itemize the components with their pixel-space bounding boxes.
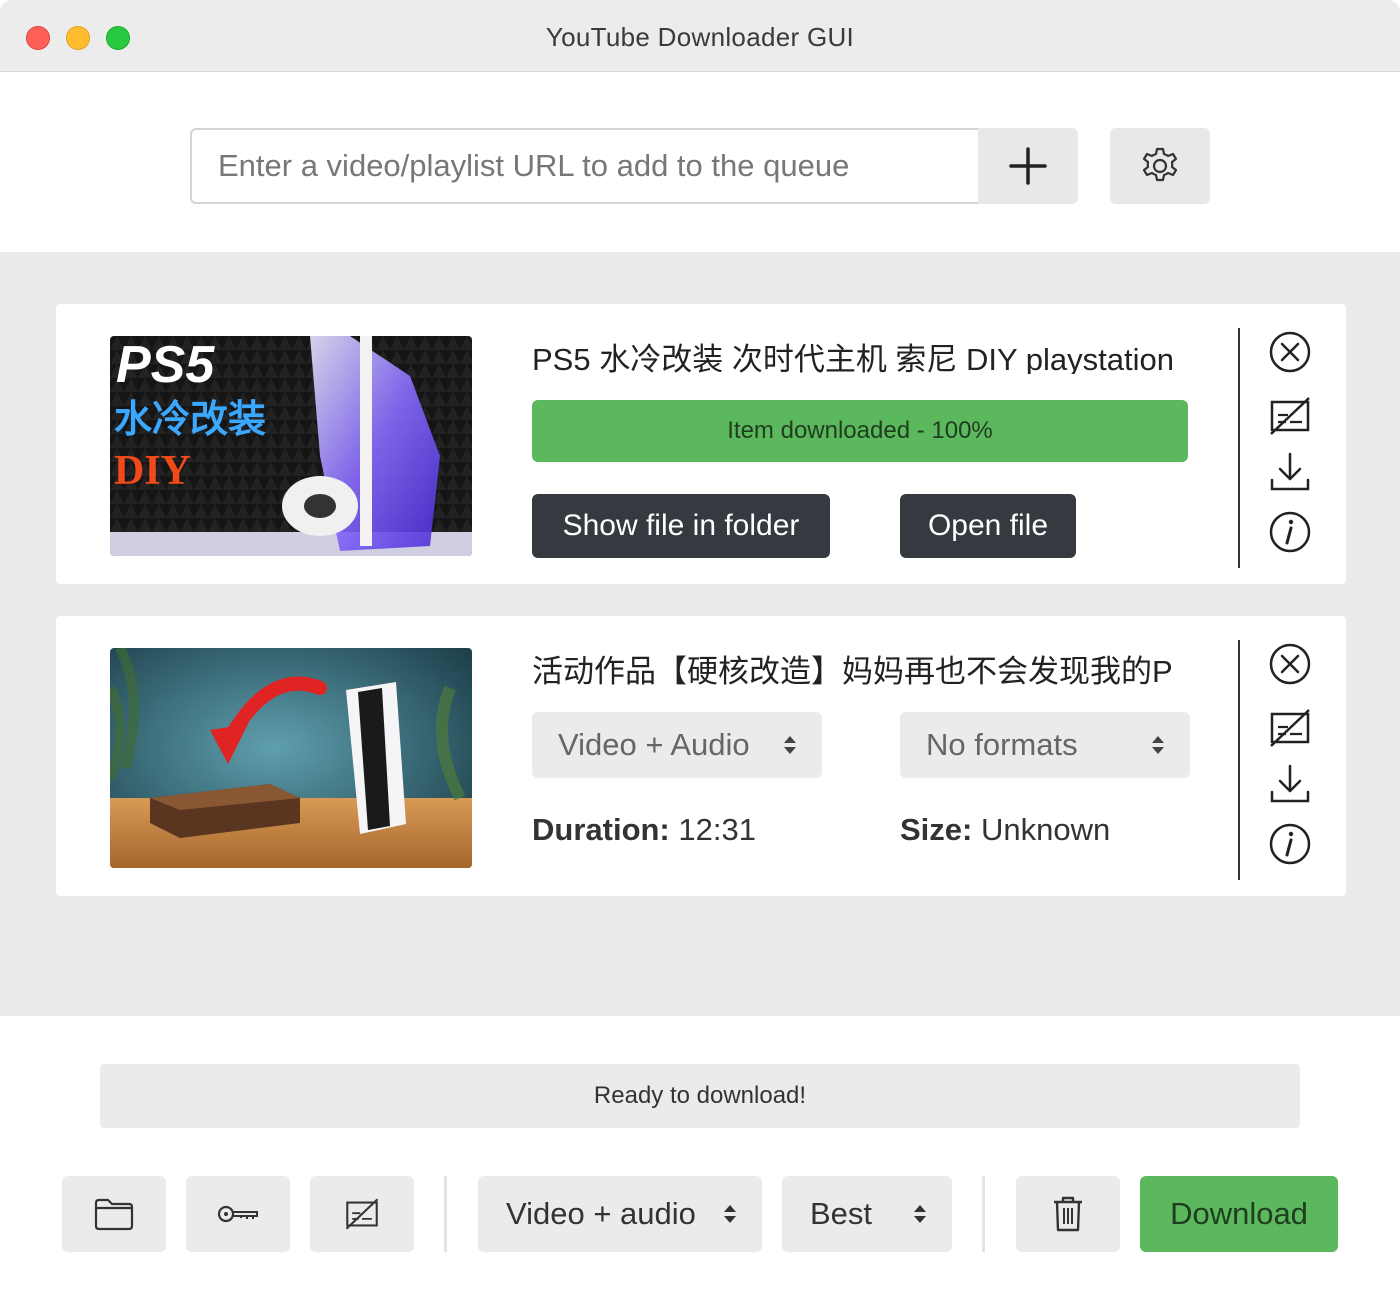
progress-label: Item downloaded - 100% [727,417,993,444]
open-file-button[interactable]: Open file [900,494,1076,558]
queue-item: PS5 水冷改装 DIY PS5 水冷改装 次时代主机 索尼 DIY plays… [56,304,1346,584]
svg-text:DIY: DIY [114,448,191,494]
folder-icon [94,1198,134,1231]
info-icon [1269,511,1311,553]
select-arrows-icon [724,1205,736,1223]
title-bar: YouTube Downloader GUI [0,0,1400,72]
svg-text:水冷改装: 水冷改装 [114,397,266,441]
trash-icon [1054,1196,1082,1232]
download-item-button[interactable] [1266,448,1314,496]
video-thumbnail: PS5 水冷改装 DIY [110,336,472,556]
key-icon [217,1205,258,1223]
video-title: 活动作品【硬核改造】妈妈再也不会发现我的P [532,654,1173,686]
window-title: YouTube Downloader GUI [545,22,855,52]
subtitles-off-icon [1270,709,1310,747]
subtitles-off-icon [1270,397,1310,435]
output-folder-button[interactable] [62,1176,166,1252]
queue-item: 活动作品【硬核改造】妈妈再也不会发现我的P Video + Audio No f… [56,616,1346,896]
item-info-button[interactable] [1266,820,1314,868]
close-circle-icon [1269,643,1311,685]
clear-queue-button[interactable] [1016,1176,1120,1252]
app-window: YouTube Downloader GUI Enter a video/pla… [0,0,1400,1300]
status-message: Ready to download! [100,1064,1300,1128]
subtitles-off-icon [345,1198,379,1230]
select-arrows-icon [1152,736,1164,754]
svg-text:PS5: PS5 [116,336,215,394]
authentication-button[interactable] [186,1176,290,1252]
global-quality-select[interactable]: Best [782,1176,952,1252]
download-icon [1270,764,1310,803]
gear-icon [1142,147,1178,182]
download-queue: PS5 水冷改装 DIY PS5 水冷改装 次时代主机 索尼 DIY plays… [0,252,1400,1016]
add-url-button[interactable] [978,128,1078,204]
select-arrows-icon [914,1205,926,1223]
item-duration: Duration: 12:31 [532,812,756,847]
remove-item-button[interactable] [1266,328,1314,376]
item-type-select[interactable]: Video + Audio [532,712,822,778]
download-button[interactable]: Download [1140,1176,1338,1252]
video-thumbnail [110,648,472,868]
download-item-button[interactable] [1266,760,1314,808]
item-actions-divider [1238,640,1240,880]
remove-item-button[interactable] [1266,640,1314,688]
plus-icon [1009,147,1047,185]
subtitles-toggle-button[interactable] [1266,392,1314,440]
item-size: Size: Unknown [900,812,1111,847]
subtitles-toggle-button[interactable] [1266,704,1314,752]
select-arrows-icon [784,736,796,754]
toolbar-divider [444,1176,447,1252]
item-info-button[interactable] [1266,508,1314,556]
settings-button[interactable] [1110,128,1210,204]
download-progress-bar: Item downloaded - 100% [532,400,1188,462]
close-circle-icon [1269,331,1311,373]
url-input[interactable] [190,128,980,204]
subtitles-settings-button[interactable] [310,1176,414,1252]
download-icon [1270,452,1310,491]
show-in-folder-button[interactable]: Show file in folder [532,494,830,558]
item-actions-divider [1238,328,1240,568]
toolbar-divider [982,1176,985,1252]
global-type-select[interactable]: Video + audio [478,1176,762,1252]
info-icon [1269,823,1311,865]
item-format-select[interactable]: No formats [900,712,1190,778]
video-title: PS5 水冷改装 次时代主机 索尼 DIY playstation [532,342,1174,374]
